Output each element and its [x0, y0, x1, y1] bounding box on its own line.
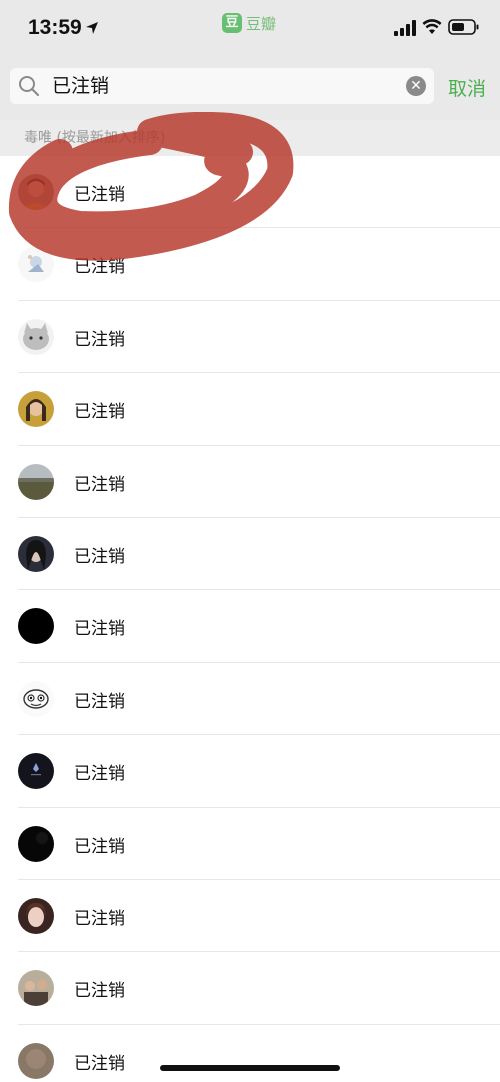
location-arrow-icon: [86, 22, 98, 34]
status-bar: 13:59 豆 豆瓣: [0, 0, 500, 56]
search-input[interactable]: 已注销: [52, 72, 392, 100]
avatar: [18, 825, 54, 862]
item-label: 已注销: [74, 546, 125, 567]
list-item[interactable]: 已注销: [0, 735, 500, 808]
list-item[interactable]: 已注销: [0, 1025, 500, 1082]
item-label: 已注销: [74, 257, 125, 278]
avatar: [18, 318, 54, 355]
avatar: [18, 174, 54, 210]
avatar: [18, 391, 54, 428]
list-item[interactable]: 已注销: [0, 808, 500, 881]
list-item[interactable]: 已注销: [0, 880, 500, 953]
avatar: [18, 608, 54, 645]
app-logo-icon: 豆: [222, 13, 242, 33]
item-label: 已注销: [74, 836, 125, 857]
item-label: 已注销: [74, 329, 125, 350]
item-label: 已注销: [74, 1053, 125, 1074]
result-list: 已注销 已注销 已注销 已注销 已注销 已注销 已注销 已注销 已注销 已注销 …: [0, 156, 500, 1082]
status-time: 13:59: [28, 16, 82, 39]
item-label: 已注销: [74, 981, 125, 1002]
list-item[interactable]: 已注销: [0, 228, 500, 302]
list-item[interactable]: 已注销: [0, 446, 500, 519]
app-name: 豆瓣: [246, 14, 277, 33]
avatar: [18, 970, 54, 1007]
item-label: 已注销: [74, 185, 125, 205]
list-item[interactable]: 已注销: [0, 663, 500, 736]
list-item[interactable]: 已注销: [0, 373, 500, 446]
search-icon: [19, 76, 40, 97]
return-to-app-badge[interactable]: 豆 豆瓣: [222, 12, 276, 34]
section-header: 毒唯 (按最新加入排序): [0, 120, 500, 156]
list-item[interactable]: 已注销: [0, 590, 500, 664]
search-bar: 已注销 ✕ 取消: [0, 56, 500, 120]
clear-search-icon[interactable]: ✕: [406, 76, 426, 96]
list-item[interactable]: 已注销: [0, 952, 500, 1026]
list-item[interactable]: 已注销: [0, 518, 500, 591]
avatar: [18, 246, 54, 283]
avatar: [18, 1042, 54, 1079]
item-label: 已注销: [74, 908, 125, 929]
avatar: [18, 535, 54, 572]
item-label: 已注销: [74, 764, 125, 785]
home-indicator[interactable]: [160, 1065, 340, 1071]
item-label: 已注销: [74, 474, 125, 495]
wifi-icon: [422, 19, 442, 34]
cellular-signal-icon: [394, 20, 416, 36]
avatar: [18, 680, 54, 717]
battery-icon: [448, 19, 479, 35]
item-label: 已注销: [74, 691, 125, 712]
item-label: 已注销: [74, 619, 125, 640]
screen: 13:59 豆 豆瓣 已注销 ✕ 取消 毒唯 (按最新加入排序) 已注销 已注销…: [0, 0, 500, 1082]
avatar: [18, 897, 54, 934]
avatar: [18, 463, 54, 500]
search-box[interactable]: 已注销 ✕: [10, 68, 434, 104]
item-label: 已注销: [74, 402, 125, 423]
list-item[interactable]: 已注销: [0, 301, 500, 374]
list-item[interactable]: 已注销: [0, 156, 500, 229]
cancel-button[interactable]: 取消: [448, 74, 486, 101]
avatar: [18, 753, 54, 790]
